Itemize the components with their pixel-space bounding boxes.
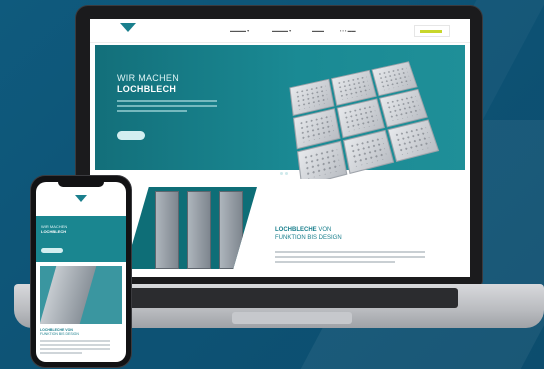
laptop-screen: ▬▬▬▬ ▾ ▬▬▬▬ ▾ ▬▬▬ ▪ ▪ ▪ ▬▬ WIR MACHEN LO…	[90, 19, 470, 277]
phone-feature-image	[40, 266, 122, 324]
logo-triangle-icon[interactable]	[120, 23, 136, 33]
hero-banner: WIR MACHEN LOCHBLECH	[95, 45, 465, 187]
feature-body-text	[275, 251, 425, 266]
nav-item-1[interactable]: ▬▬▬▬ ▾	[230, 28, 249, 33]
phone-feature-body-text	[40, 340, 110, 356]
phone-feature-subtitle: FUNKTION BIS DESIGN	[40, 332, 79, 336]
site-navbar: ▬▬▬▬ ▾ ▬▬▬▬ ▾ ▬▬▬ ▪ ▪ ▪ ▬▬	[90, 19, 470, 43]
hero-title-line2: LOCHBLECH	[117, 84, 177, 94]
phone-logo-triangle-icon[interactable]	[75, 195, 87, 202]
feature-image	[125, 187, 257, 269]
hero-body-text	[117, 100, 217, 116]
feature-title: LOCHBLECHE VON	[275, 227, 332, 233]
hero-cta-button[interactable]	[117, 131, 145, 140]
hero-title-line1: WIR MACHEN	[117, 73, 179, 83]
phone-hero-cta-button[interactable]	[41, 248, 63, 253]
phone-screen: WIR MACHEN LOCHBLECH LOCHBLECHE VON FUNK…	[36, 182, 126, 362]
feature-subtitle: FUNKTION BIS DESIGN	[275, 235, 342, 241]
nav-item-2[interactable]: ▬▬▬▬ ▾	[272, 28, 291, 33]
nav-item-3[interactable]: ▬▬▬	[312, 28, 324, 33]
nav-icons[interactable]: ▪ ▪ ▪ ▬▬	[340, 28, 356, 33]
carousel-dots-icon[interactable]	[280, 162, 290, 175]
nav-cta-accent	[420, 30, 442, 33]
mockup-stage: ▬▬▬▬ ▾ ▬▬▬▬ ▾ ▬▬▬ ▪ ▪ ▪ ▬▬ WIR MACHEN LO…	[0, 0, 544, 369]
phone-notch	[58, 180, 104, 187]
phone-hero-banner: WIR MACHEN LOCHBLECH	[36, 216, 126, 262]
phone-hero-title-line2: LOCHBLECH	[41, 229, 67, 234]
feature-section: LOCHBLECHE VON FUNKTION BIS DESIGN	[95, 179, 465, 277]
laptop-keyboard	[128, 288, 458, 308]
laptop-trackpad	[232, 312, 352, 324]
